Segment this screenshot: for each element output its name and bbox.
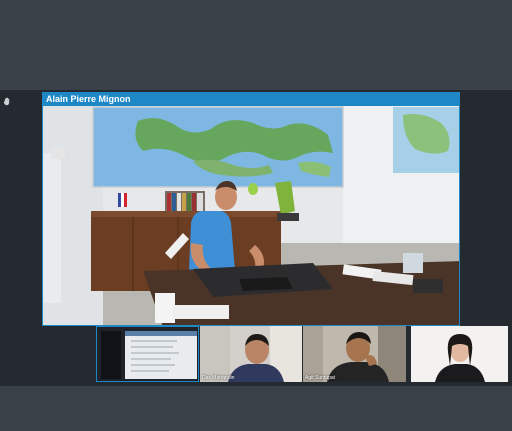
video-conference-window: Alain Pierre Mignon Dac Martandin Agit S… — [0, 0, 512, 431]
participant-name: Agit Suntapat — [305, 375, 336, 381]
participant-thumbnail[interactable]: Agit Suntapat — [303, 326, 406, 382]
participant-name: Dac Martandin — [202, 375, 235, 381]
participant-video — [200, 326, 302, 382]
participant-thumbnail[interactable] — [411, 326, 508, 382]
active-speaker-bar: Alain Pierre Mignon — [43, 93, 459, 106]
hand-icon[interactable] — [3, 96, 13, 106]
participant-thumbnail[interactable]: Dac Martandin — [200, 326, 302, 382]
participant-video — [303, 326, 406, 382]
office-scene — [43, 93, 459, 325]
bottom-bar — [0, 386, 512, 431]
participant-video — [411, 326, 508, 382]
active-speaker-name: Alain Pierre Mignon — [46, 94, 131, 104]
top-bar — [0, 0, 512, 90]
screenshare-preview — [97, 327, 198, 381]
participant-thumbnail-screenshare[interactable] — [96, 326, 199, 382]
main-video-feed[interactable]: Alain Pierre Mignon — [42, 92, 460, 326]
